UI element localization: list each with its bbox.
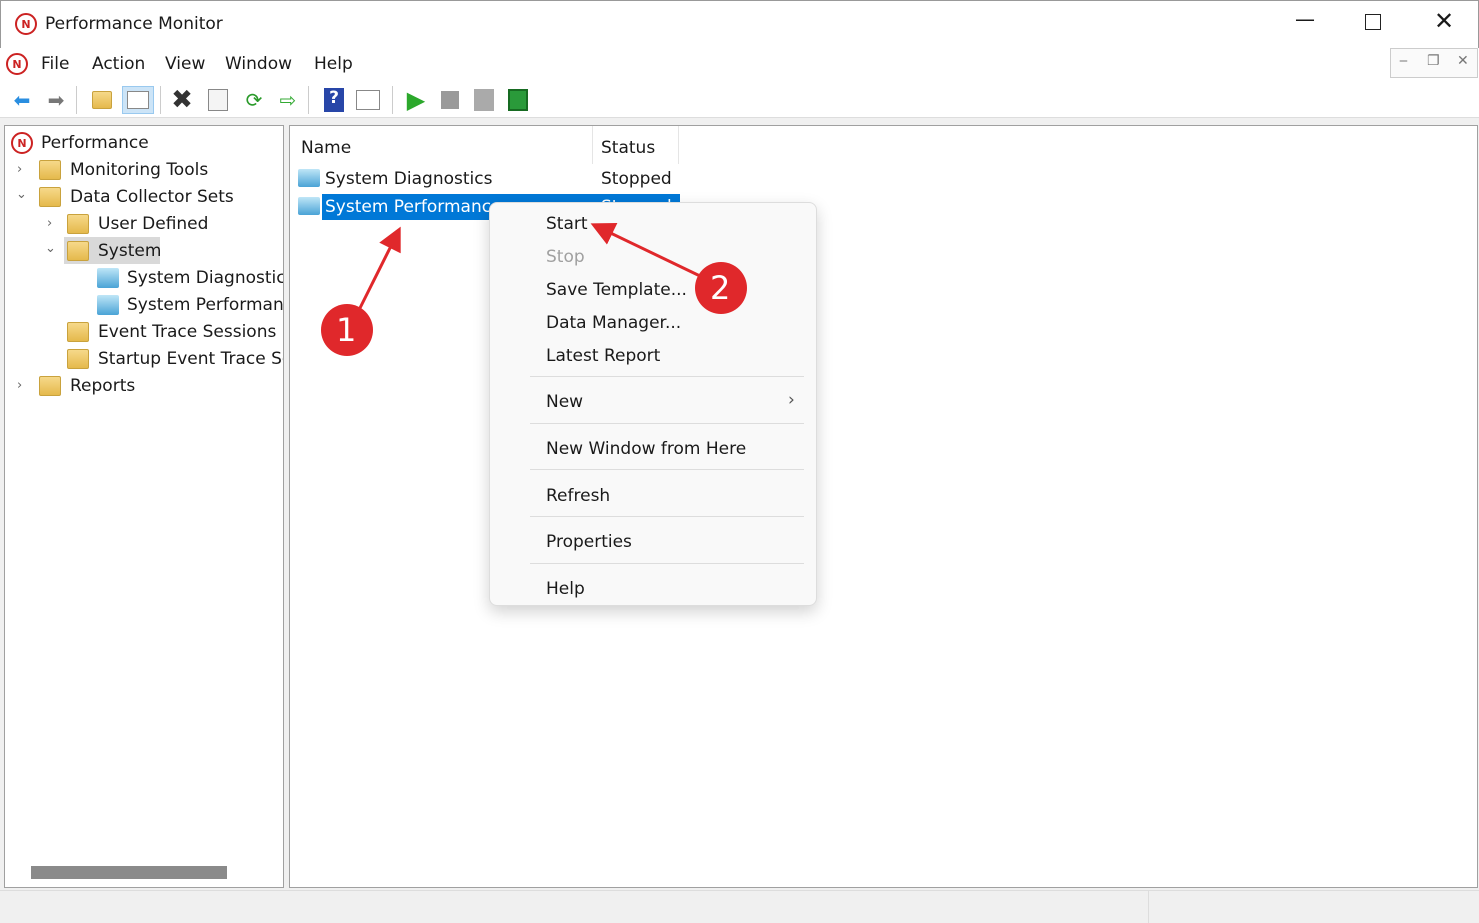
annotation-arrow-2	[590, 222, 701, 278]
annotation-label-1: 1	[336, 311, 357, 349]
status-bar	[0, 890, 1479, 923]
annotation-label-2: 2	[710, 269, 731, 307]
annotation-arrow-1	[358, 226, 401, 309]
annotation-arrows	[321, 222, 747, 356]
